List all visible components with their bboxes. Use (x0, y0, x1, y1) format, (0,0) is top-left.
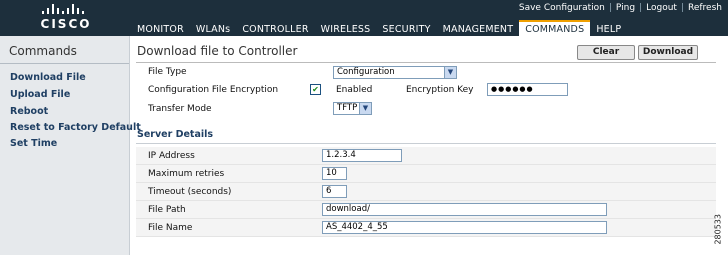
nav-commands[interactable]: COMMANDS (519, 20, 591, 36)
enabled-label: Enabled (336, 85, 373, 95)
page-title: Download file to Controller (137, 44, 298, 58)
max-retries-label: Maximum retries (148, 169, 225, 179)
table-row: File Path download/ (136, 201, 716, 219)
timeout-input[interactable]: 6 (322, 185, 347, 198)
clear-button[interactable]: Clear (577, 45, 635, 60)
sidebar-item-reboot[interactable]: Reboot (10, 106, 48, 117)
ip-address-input[interactable]: 1.2.3.4 (322, 149, 402, 162)
encryption-label: Configuration File Encryption (148, 85, 279, 95)
table-row: File Name AS_4402_4_55 (136, 219, 716, 237)
refresh-link[interactable]: Refresh (688, 3, 722, 13)
utility-links: Save Configuration | Ping | Logout | Refresh (518, 3, 722, 13)
ip-address-label: IP Address (148, 151, 195, 161)
figure-id: 280533 (714, 214, 723, 245)
file-path-label: File Path (148, 205, 186, 215)
sidebar: Commands Download File Upload File Reboo… (0, 36, 141, 255)
download-button[interactable]: Download (638, 45, 698, 60)
file-type-label: File Type (148, 67, 187, 77)
file-type-select[interactable]: Configuration ▼ (333, 66, 457, 79)
file-name-label: File Name (148, 223, 193, 233)
max-retries-input[interactable]: 10 (322, 167, 347, 180)
sidebar-item-upload-file[interactable]: Upload File (10, 89, 70, 100)
file-name-input[interactable]: AS_4402_4_55 (322, 221, 607, 234)
section-divider (136, 143, 716, 144)
table-row: IP Address 1.2.3.4 (136, 147, 716, 165)
logo-bars-icon (42, 4, 90, 14)
transfer-mode-select[interactable]: TFTP ▼ (333, 102, 372, 115)
chevron-down-icon: ▼ (444, 67, 456, 78)
cisco-logo: CISCO (40, 4, 92, 32)
title-divider (136, 62, 716, 63)
server-details-heading: Server Details (137, 129, 214, 140)
encryption-checkbox[interactable]: ✔ (310, 84, 321, 95)
encryption-key-input[interactable]: ●●●●●● (487, 83, 568, 96)
file-path-input[interactable]: download/ (322, 203, 607, 216)
logout-link[interactable]: Logout (646, 3, 677, 13)
encryption-key-label: Encryption Key (406, 85, 474, 95)
transfer-mode-label: Transfer Mode (148, 104, 212, 114)
chevron-down-icon: ▼ (359, 103, 371, 114)
timeout-label: Timeout (seconds) (148, 187, 232, 197)
sidebar-item-download-file[interactable]: Download File (10, 72, 86, 83)
main-content: Download file to Controller Clear Downlo… (131, 36, 728, 255)
file-type-value: Configuration (337, 67, 395, 77)
transfer-mode-value: TFTP (337, 103, 358, 113)
checkmark-icon: ✔ (312, 85, 319, 94)
logo-text: CISCO (40, 17, 92, 31)
ping-link[interactable]: Ping (616, 3, 635, 13)
table-row: Maximum retries 10 (136, 165, 716, 183)
save-configuration-link[interactable]: Save Configuration (519, 3, 605, 13)
sidebar-divider (0, 63, 129, 64)
sidebar-title: Commands (9, 44, 77, 58)
sidebar-item-set-time[interactable]: Set Time (10, 138, 57, 149)
sidebar-item-reset-factory-default[interactable]: Reset to Factory Default (10, 122, 141, 133)
table-row: Timeout (seconds) 6 (136, 183, 716, 201)
main-nav: MONITOR WLANs CONTROLLER WIRELESS SECURITY MA… (131, 20, 627, 36)
top-header: CISCO Save Configuration | Ping | Logout | Ref… (0, 0, 728, 36)
